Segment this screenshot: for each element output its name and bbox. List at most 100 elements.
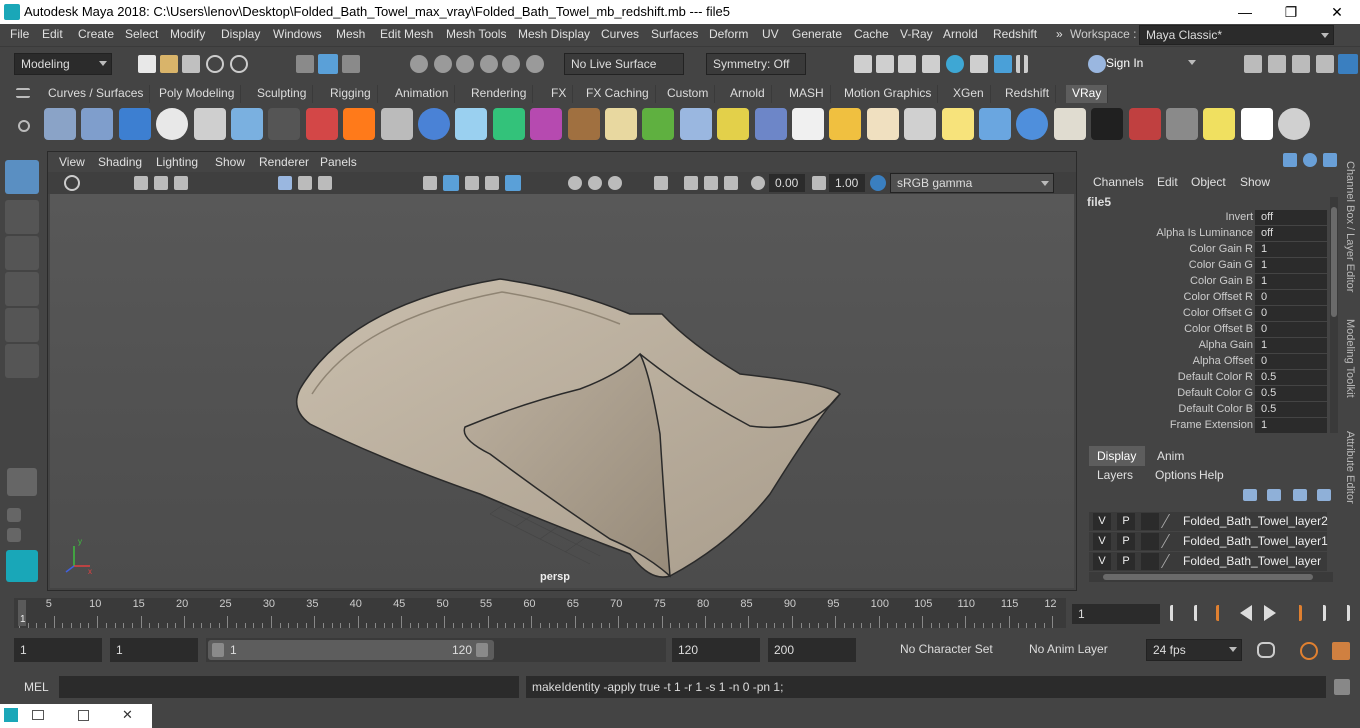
vray-material-tile-icon[interactable] xyxy=(567,108,600,140)
command-input[interactable] xyxy=(59,676,519,698)
channel-value[interactable]: 1 xyxy=(1255,418,1327,433)
menu-mesh[interactable]: Mesh xyxy=(336,27,365,41)
tab-redshift[interactable]: Redshift xyxy=(999,85,1057,103)
menu-redshift[interactable]: Redshift xyxy=(993,27,1037,41)
range-end-grip[interactable] xyxy=(476,643,488,657)
two-d-pan-icon[interactable] xyxy=(174,176,188,190)
channel-menu-edit[interactable]: Edit xyxy=(1157,175,1178,189)
redo-icon[interactable] xyxy=(230,55,248,73)
menu-mesh-display[interactable]: Mesh Display xyxy=(518,27,590,41)
menu-generate[interactable]: Generate xyxy=(792,27,842,41)
channel-value[interactable]: 0.5 xyxy=(1255,386,1327,401)
select-object-icon[interactable] xyxy=(318,54,338,74)
viewport-menu-shading[interactable]: Shading xyxy=(98,155,142,169)
new-scene-icon[interactable] xyxy=(138,55,156,73)
menu-deform[interactable]: Deform xyxy=(709,27,748,41)
vray-plane-icon[interactable] xyxy=(792,108,824,140)
layer-name[interactable]: Folded_Bath_Towel_layer xyxy=(1183,554,1321,568)
layer-name[interactable]: Folded_Bath_Towel_layer1 xyxy=(1183,534,1328,548)
channel-scrollbar[interactable] xyxy=(1330,197,1338,433)
go-to-end-icon[interactable] xyxy=(1334,605,1350,621)
wireframe-on-shaded-icon[interactable] xyxy=(465,176,479,190)
vray-grass-icon[interactable] xyxy=(642,108,675,140)
time-slider-track[interactable]: 5 10 15 20 25 30 35 40 45 50 55 60 65 70 75 80 85 90 95 100… xyxy=(14,598,1066,628)
new-layer-icon[interactable] xyxy=(1293,489,1307,501)
channel-scrollbar-thumb[interactable] xyxy=(1331,207,1337,317)
tab-motion-graphics[interactable]: Motion Graphics xyxy=(838,85,939,103)
current-frame-field[interactable]: 1 xyxy=(1072,604,1160,624)
tool-settings-icon[interactable] xyxy=(1316,55,1334,73)
shelf-menu-icon[interactable] xyxy=(16,88,30,98)
layer-color-icon[interactable] xyxy=(1160,534,1184,548)
viewport-menu-panels[interactable]: Panels xyxy=(320,155,357,169)
layer-editor-icon[interactable] xyxy=(1303,153,1317,167)
script-language-toggle[interactable]: MEL xyxy=(24,680,49,694)
layer-playback-toggle[interactable]: P xyxy=(1117,513,1135,530)
tab-anim[interactable]: Anim xyxy=(1157,449,1184,463)
layer-color-icon[interactable] xyxy=(1160,554,1184,568)
human-ik-icon[interactable] xyxy=(1268,55,1286,73)
scale-tool-icon[interactable] xyxy=(5,344,39,378)
vray-cloud-icon[interactable] xyxy=(1240,108,1273,140)
modeling-toolkit-icon[interactable] xyxy=(1244,55,1262,73)
snap-point-icon[interactable] xyxy=(456,55,474,73)
tab-mash[interactable]: MASH xyxy=(783,85,831,103)
anim-preferences-icon[interactable] xyxy=(1332,642,1350,660)
layer-playback-toggle[interactable]: P xyxy=(1117,533,1135,550)
channel-row[interactable]: Alpha Gain 1 xyxy=(1083,338,1341,354)
render-settings-icon[interactable] xyxy=(922,55,940,73)
gamma-icon[interactable] xyxy=(812,176,826,190)
vray-box-icon[interactable] xyxy=(979,108,1011,140)
layer-type-toggle[interactable] xyxy=(1141,533,1159,550)
layer-type-toggle[interactable] xyxy=(1141,553,1159,570)
channel-row[interactable]: Color Gain R1 xyxy=(1083,242,1341,258)
channel-row[interactable]: Default Color G 0.5 xyxy=(1083,386,1341,402)
menu-mesh-tools[interactable]: Mesh Tools xyxy=(446,27,506,41)
four-view-layout-icon[interactable] xyxy=(7,508,21,522)
channel-row[interactable]: Invert off xyxy=(1083,210,1341,226)
hypershade-icon[interactable] xyxy=(946,55,964,73)
menu-vray[interactable]: V-Ray xyxy=(900,27,933,41)
attr-editor-toggle-icon[interactable] xyxy=(1323,153,1337,167)
play-backwards-icon[interactable] xyxy=(1240,605,1252,621)
go-to-start-icon[interactable] xyxy=(1170,605,1186,621)
snap-surface-icon[interactable] xyxy=(502,55,520,73)
vray-rect-light-icon[interactable] xyxy=(754,108,787,140)
layer-row[interactable]: V P Folded_Bath_Towel_layer1 xyxy=(1089,532,1328,551)
snap-curve-icon[interactable] xyxy=(434,55,452,73)
menu-display[interactable]: Display xyxy=(221,27,260,41)
minimized-window[interactable]: ✕ xyxy=(0,704,152,728)
tab-custom[interactable]: Custom xyxy=(661,85,716,103)
layer-scrollbar[interactable] xyxy=(1089,572,1333,582)
minimize-button[interactable]: — xyxy=(1222,0,1268,24)
layer-visibility-toggle[interactable]: V xyxy=(1093,513,1111,530)
vray-globe-icon[interactable] xyxy=(1016,108,1049,140)
perspective-viewport[interactable]: y x persp xyxy=(50,194,1074,588)
use-lights-icon[interactable] xyxy=(505,175,521,191)
camera-attributes-icon[interactable] xyxy=(64,175,80,191)
channel-row[interactable]: Color Offset G0 xyxy=(1083,306,1341,322)
vray-fire-icon[interactable] xyxy=(343,108,376,140)
bookmark-icon[interactable] xyxy=(134,176,148,190)
sign-in-button[interactable]: Sign In xyxy=(1082,53,1200,75)
isolate-select-icon[interactable] xyxy=(654,176,668,190)
select-hierarchy-icon[interactable] xyxy=(296,55,314,73)
select-component-icon[interactable] xyxy=(342,55,360,73)
channel-value[interactable]: 0 xyxy=(1255,290,1327,305)
move-layer-up-icon[interactable] xyxy=(1243,489,1257,501)
close-icon[interactable]: ✕ xyxy=(122,707,133,723)
render-frame-icon[interactable] xyxy=(854,55,872,73)
vray-curve-icon[interactable] xyxy=(717,108,750,140)
xray-joints-icon[interactable] xyxy=(704,176,718,190)
menu-cache[interactable]: Cache xyxy=(854,27,889,41)
menu-overflow[interactable]: » xyxy=(1056,27,1063,41)
paint-select-tool-icon[interactable] xyxy=(5,236,39,270)
channel-value[interactable]: 0.5 xyxy=(1255,402,1327,417)
channel-row[interactable]: Color Offset B0 xyxy=(1083,322,1341,338)
menu-edit-mesh[interactable]: Edit Mesh xyxy=(380,27,433,41)
channel-menu-show[interactable]: Show xyxy=(1240,175,1270,189)
channel-row[interactable]: Default Color B 0.5 xyxy=(1083,402,1341,418)
layer-playback-toggle[interactable]: P xyxy=(1117,553,1135,570)
vray-light-bulb-icon[interactable] xyxy=(941,108,974,140)
auto-key-icon[interactable] xyxy=(1300,642,1318,660)
